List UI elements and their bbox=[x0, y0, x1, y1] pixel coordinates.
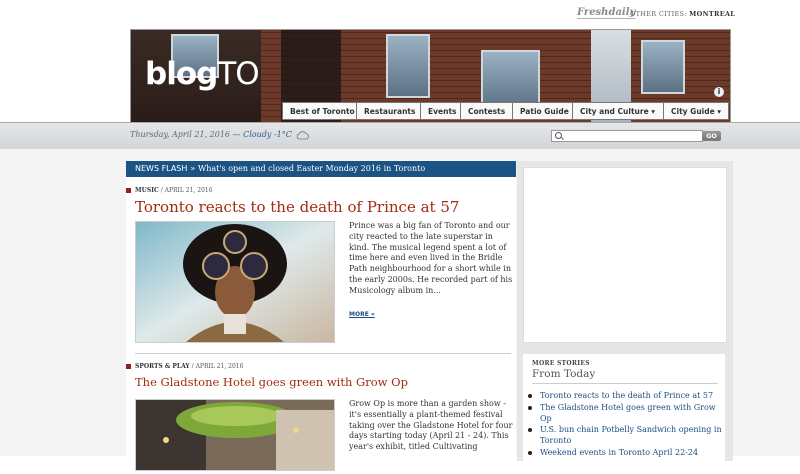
article-image[interactable] bbox=[135, 399, 335, 471]
story-link[interactable]: U.S. bun chain Potbelly Sandwich opening… bbox=[528, 425, 724, 447]
article: SPORTS & PLAY / APRIL 21, 2016 The Glads… bbox=[126, 361, 516, 471]
search-input[interactable] bbox=[564, 131, 694, 140]
more-stories-list: Toronto reacts to the death of Prince at… bbox=[528, 391, 724, 460]
banner-window bbox=[386, 34, 430, 98]
article-more-link[interactable]: MORE » bbox=[349, 311, 375, 318]
other-city-link[interactable]: MONTREAL bbox=[689, 10, 735, 18]
article-excerpt: Prince was a big fan of Toronto and our … bbox=[349, 221, 513, 295]
article-meta: SPORTS & PLAY / APRIL 21, 2016 bbox=[126, 363, 243, 370]
grow-op-photo bbox=[136, 400, 334, 470]
nav-contests[interactable]: Contests bbox=[461, 102, 513, 120]
freshdaily-logo[interactable]: Freshdaily bbox=[577, 8, 636, 19]
nav-city-and-culture[interactable]: City and Culture ▾ bbox=[573, 102, 664, 120]
story-link[interactable]: The Gladstone Hotel goes green with Grow… bbox=[528, 403, 724, 425]
logo-blog: blog bbox=[145, 56, 218, 92]
cloud-icon bbox=[296, 131, 309, 140]
search-box bbox=[551, 130, 703, 142]
news-flash-bar: NEWS FLASH » What's open and closed East… bbox=[126, 161, 516, 177]
current-date: Thursday, April 21, 2016 — bbox=[130, 130, 241, 139]
article-meta: MUSIC / APRIL 21, 2016 bbox=[126, 187, 213, 194]
category-marker bbox=[126, 188, 131, 193]
other-cities-label: OTHER CITIES: bbox=[630, 10, 687, 18]
banner-window bbox=[641, 40, 685, 94]
blogto-logo[interactable]: blogTO bbox=[145, 56, 260, 92]
info-icon[interactable]: i bbox=[714, 87, 724, 97]
more-stories-divider bbox=[532, 383, 718, 384]
article-title[interactable]: Toronto reacts to the death of Prince at… bbox=[135, 198, 459, 216]
nav-best-of-toronto[interactable]: Best of Toronto bbox=[282, 102, 357, 120]
story-link[interactable]: Toronto reacts to the death of Prince at… bbox=[528, 391, 724, 402]
more-stories-label: MORE STORIES bbox=[532, 360, 590, 367]
news-flash-link[interactable]: What's open and closed Easter Monday 201… bbox=[198, 164, 425, 173]
article: MUSIC / APRIL 21, 2016 Toronto reacts to… bbox=[126, 185, 516, 345]
article-date: / APRIL 21, 2016 bbox=[191, 363, 244, 370]
category-marker bbox=[126, 364, 131, 369]
nav-city-guide[interactable]: City Guide ▾ bbox=[664, 102, 729, 120]
article-excerpt: Grow Op is more than a garden show - it'… bbox=[349, 399, 513, 452]
top-bar: Freshdaily OTHER CITIES: MONTREAL bbox=[0, 6, 800, 22]
main-nav: Best of Toronto Restaurants Events Conte… bbox=[282, 102, 729, 121]
prince-photo bbox=[136, 222, 334, 342]
article-divider bbox=[135, 353, 511, 354]
search-go-button[interactable]: GO bbox=[702, 131, 721, 141]
sidebar: MORE STORIES From Today Toronto reacts t… bbox=[517, 161, 733, 474]
banner-window bbox=[481, 50, 540, 109]
weather-link[interactable]: Cloudy -1°C bbox=[243, 130, 292, 139]
nav-patio-guide[interactable]: Patio Guide bbox=[513, 102, 573, 120]
other-cities: OTHER CITIES: MONTREAL bbox=[630, 10, 735, 18]
article-category[interactable]: SPORTS & PLAY bbox=[135, 363, 190, 370]
article-image[interactable] bbox=[135, 221, 335, 343]
main-content: NEWS FLASH » What's open and closed East… bbox=[126, 161, 516, 471]
more-stories-subtitle: From Today bbox=[532, 368, 596, 380]
article-date: / APRIL 21, 2016 bbox=[160, 187, 213, 194]
more-stories-box: MORE STORIES From Today Toronto reacts t… bbox=[523, 354, 725, 474]
article-title[interactable]: The Gladstone Hotel goes green with Grow… bbox=[135, 375, 408, 389]
date-weather: Thursday, April 21, 2016 — Cloudy -1°C bbox=[130, 130, 292, 139]
ad-placeholder bbox=[523, 167, 727, 343]
news-flash-separator: » bbox=[190, 164, 196, 174]
nav-events[interactable]: Events bbox=[421, 102, 461, 120]
date-search-bar: Thursday, April 21, 2016 — Cloudy -1°C G… bbox=[0, 122, 800, 150]
nav-restaurants[interactable]: Restaurants bbox=[357, 102, 421, 120]
search-icon bbox=[555, 132, 562, 139]
news-flash-label: NEWS FLASH bbox=[135, 164, 188, 173]
logo-to: TO bbox=[217, 56, 259, 92]
story-link[interactable]: Weekend events in Toronto April 22-24 bbox=[528, 448, 724, 459]
article-category[interactable]: MUSIC bbox=[135, 187, 159, 194]
